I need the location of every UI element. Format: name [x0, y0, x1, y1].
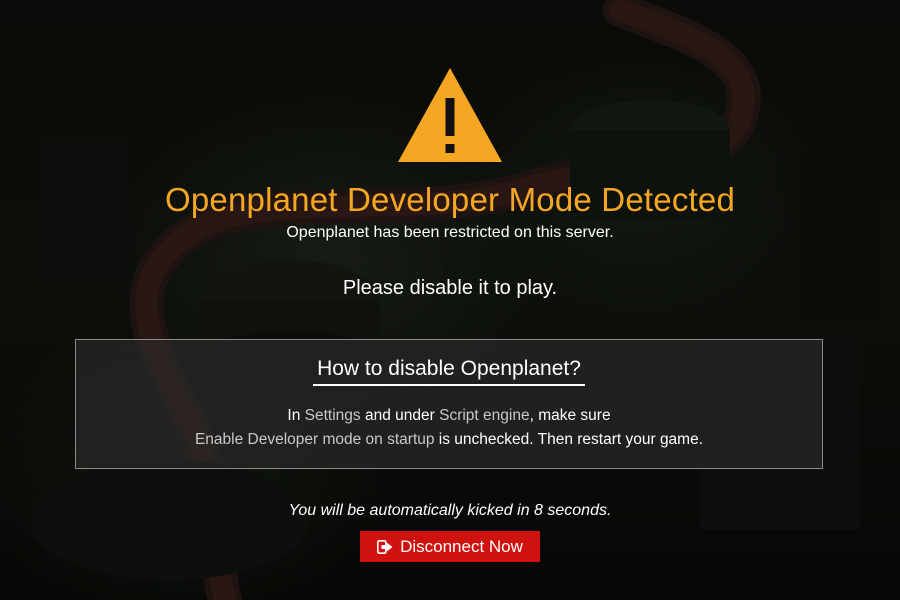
help-heading-text: How to disable Openplanet?: [313, 357, 585, 386]
help-text: , make sure: [529, 407, 611, 424]
dialog-subtitle: Openplanet has been restricted on this s…: [286, 224, 614, 241]
help-text: and under: [360, 407, 440, 424]
dialog-title: Openplanet Developer Mode Detected: [165, 181, 735, 218]
help-line-1: In Settings and under Script engine, mak…: [76, 407, 822, 425]
settings-label: Settings: [304, 407, 361, 424]
script-engine-label: Script engine: [439, 407, 530, 424]
help-panel: How to disable Openplanet? In Settings a…: [75, 339, 823, 469]
sign-out-icon: [377, 539, 393, 554]
help-text: In: [287, 407, 305, 424]
disconnect-now-button[interactable]: Disconnect Now: [360, 531, 540, 562]
help-line-2: Enable Developer mode on startup is unch…: [76, 431, 822, 449]
developer-mode-option-label: Enable Developer mode on startup: [194, 431, 435, 448]
kick-countdown-notice: You will be automatically kicked in 8 se…: [288, 502, 612, 519]
help-text: is unchecked. Then restart your game.: [434, 431, 704, 448]
warning-triangle-icon: [398, 68, 502, 162]
disconnect-now-label: Disconnect Now: [400, 536, 523, 556]
help-heading: How to disable Openplanet?: [76, 357, 822, 386]
dialog-instruction: Please disable it to play.: [342, 277, 558, 299]
developer-mode-dialog: Openplanet Developer Mode Detected Openp…: [0, 0, 900, 600]
